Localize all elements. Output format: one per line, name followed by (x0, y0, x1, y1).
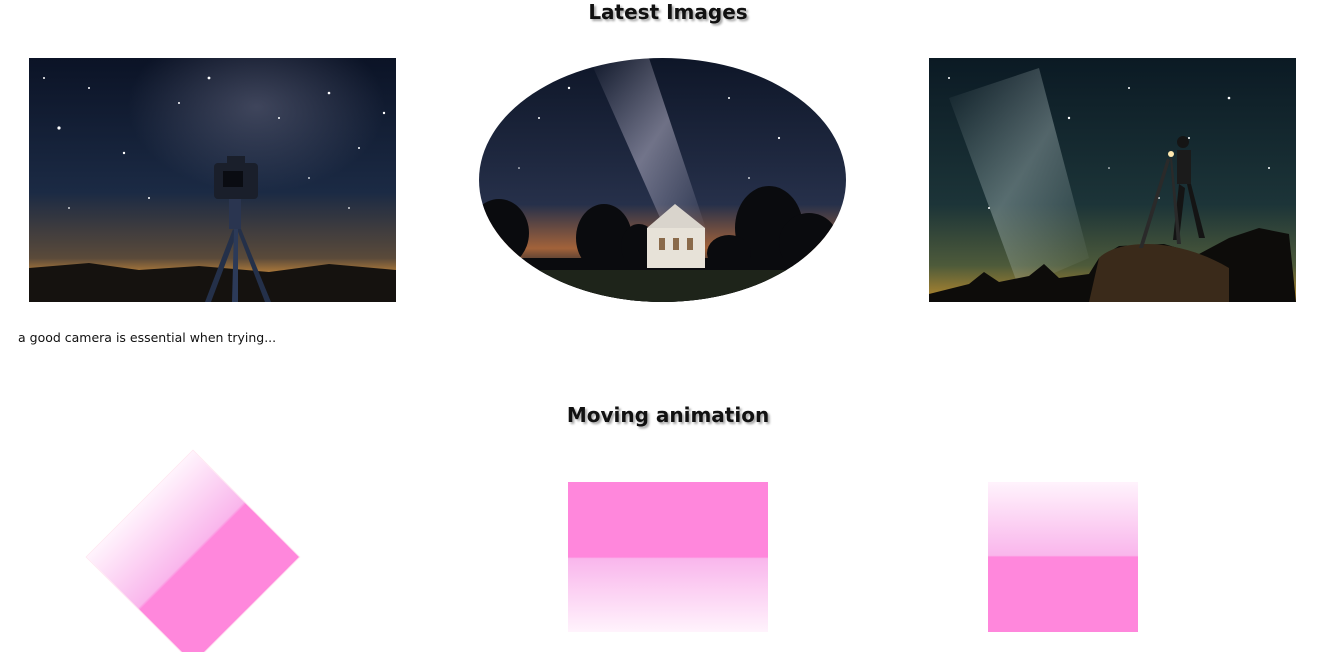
animated-rectangle-shape (568, 482, 768, 632)
animated-diamond-shape (86, 450, 300, 652)
gallery-photo-camera-tripod[interactable] (29, 58, 396, 302)
page: Latest Images a good camera is essential… (0, 0, 1336, 652)
moving-animation-heading: Moving animation (566, 403, 770, 427)
photographer-image (929, 58, 1296, 302)
latest-images-heading: Latest Images (588, 0, 748, 24)
image-caption: a good camera is essential when trying..… (18, 330, 277, 345)
animated-square-shape (988, 482, 1138, 632)
camera-tripod-image (29, 58, 396, 302)
gallery-photo-photographer[interactable] (929, 58, 1296, 302)
chapel-image (479, 58, 846, 302)
gallery-photo-chapel[interactable] (479, 58, 846, 302)
